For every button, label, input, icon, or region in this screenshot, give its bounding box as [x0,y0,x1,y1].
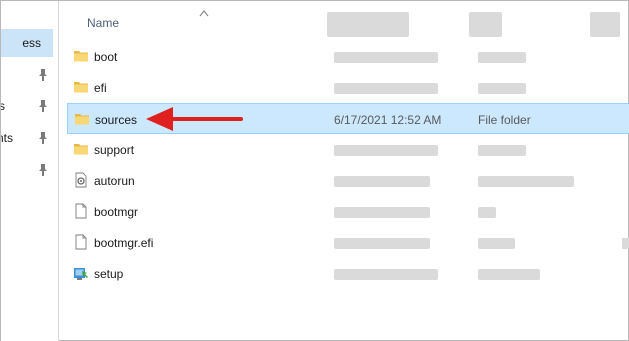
date-redacted [334,83,438,94]
column-header: Name [67,1,629,39]
pin-icon [39,132,47,144]
setup-app-icon [74,268,88,280]
file-name: bootmgr [94,205,139,219]
nav-item-label: ds [1,99,5,113]
file-icon [75,234,87,250]
folder-icon [75,114,89,125]
pin-icon [39,100,47,112]
file-row[interactable]: support [67,134,629,165]
file-type: File folder [478,113,531,127]
navigation-pane: ess ds nts [1,1,59,341]
file-row[interactable]: efi [67,72,629,103]
type-redacted [478,207,496,218]
nav-item-pinned-4[interactable] [1,156,53,184]
file-explorer-window: ess ds nts Name boot efi [0,0,629,341]
pin-icon [39,164,47,176]
date-redacted [334,145,438,156]
size-redacted [622,238,629,249]
type-redacted [478,52,526,63]
date-redacted [334,207,430,218]
file-name: bootmgr.efi [94,236,154,250]
type-redacted [478,269,540,280]
nav-item-documents[interactable]: nts [1,124,53,152]
folder-icon [74,82,88,93]
type-redacted [478,176,574,187]
date-redacted [334,176,430,187]
file-name: efi [94,81,107,95]
column-type-header-redacted[interactable] [469,12,502,37]
type-redacted [478,83,526,94]
sort-ascending-icon [199,10,209,17]
nav-item-quick-access[interactable]: ess [1,29,53,57]
file-icon [75,203,87,219]
file-date-modified: 6/17/2021 12:52 AM [334,113,442,127]
folder-icon [74,144,88,155]
file-row[interactable]: setup [67,258,629,289]
file-name: sources [95,113,138,127]
annotation-arrow-icon [146,107,243,131]
file-row[interactable]: boot [67,41,629,72]
type-redacted [478,145,526,156]
file-name: support [94,143,135,157]
file-name: boot [94,50,118,64]
file-row[interactable]: bootmgr.efi [67,227,629,258]
type-redacted [478,238,515,249]
pin-icon [39,69,47,81]
date-redacted [334,238,430,249]
column-size-header-redacted[interactable] [590,12,620,37]
nav-item-pinned-1[interactable] [1,61,53,89]
nav-item-label: nts [1,131,13,145]
folder-icon [74,51,88,62]
file-row[interactable]: autorun [67,165,629,196]
file-name: autorun [94,174,135,188]
column-name-header[interactable]: Name [87,16,119,30]
date-redacted [334,52,438,63]
settings-file-icon [75,172,87,188]
nav-item-label: ess [22,36,41,50]
column-date-header-redacted[interactable] [327,12,409,37]
file-name: setup [94,267,124,281]
file-row[interactable]: bootmgr [67,196,629,227]
date-redacted [334,269,438,280]
nav-item-downloads[interactable]: ds [1,92,53,120]
